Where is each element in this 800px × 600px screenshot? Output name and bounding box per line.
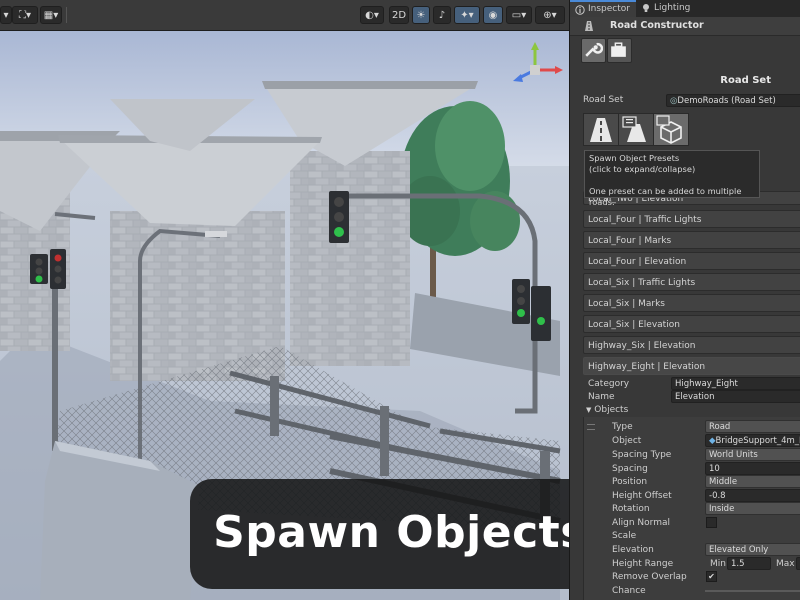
object-value: BridgeSupport_4m_F	[715, 436, 800, 446]
remove-overlap-label: Remove Overlap	[612, 572, 687, 582]
mode-spawn-objects-button[interactable]	[653, 113, 689, 146]
orientation-gizmo[interactable]	[505, 40, 565, 100]
remove-overlap-checkbox[interactable]: ✔	[706, 571, 717, 582]
height-offset-label: Height Offset	[612, 491, 672, 501]
type-label: Type	[612, 422, 633, 432]
camera-settings-icon[interactable]: ▭▾	[506, 6, 532, 24]
object-label: Object	[612, 436, 642, 446]
lighting-toggle-icon[interactable]: ☀	[412, 6, 430, 24]
preset-item[interactable]: Local_Six | Marks	[583, 294, 800, 312]
tab-lighting[interactable]: Lighting	[636, 0, 702, 17]
spacing-type-dropdown[interactable]: World Units	[705, 448, 800, 461]
category-field[interactable]: Highway_Eight	[671, 377, 800, 390]
toolbar-divider	[66, 7, 67, 23]
gizmos-toggle-icon[interactable]: ⊕▾	[535, 6, 565, 24]
preset-item-expanded[interactable]: Highway_Eight | Elevation	[583, 357, 800, 375]
preset-item[interactable]: Local_Six | Elevation	[583, 315, 800, 333]
category-label: Category	[588, 379, 630, 389]
preset-item[interactable]: Local_Four | Traffic Lights	[583, 210, 800, 228]
tooltip-line-2: (click to expand/collapse)	[589, 164, 696, 174]
chance-slider[interactable]	[705, 590, 800, 592]
mode-road-button[interactable]	[583, 113, 619, 146]
move-tool-button[interactable]: ⛶▾	[12, 6, 38, 24]
name-field[interactable]: Elevation	[671, 390, 800, 403]
preset-label: Local_Four | Marks	[588, 236, 672, 246]
wrench-icon	[585, 42, 604, 57]
scene-toolbar: ▾ ⛶▾ ▦▾ ◐▾ 2D ☀ ♪ ✦▾ ◉ ▭▾ ⊕▾	[0, 0, 569, 31]
effects-toggle-icon[interactable]: ✦▾	[454, 6, 480, 24]
grid-snap-button[interactable]: ▦▾	[40, 6, 62, 24]
preset-item[interactable]: Local_Six | Traffic Lights	[583, 273, 800, 291]
align-normal-checkbox[interactable]	[706, 517, 717, 528]
inspector-panel: Inspector Lighting Road Constructor Road…	[569, 0, 800, 600]
road-set-label: Road Set	[583, 95, 624, 105]
shading-mode-button[interactable]: ▾	[0, 6, 12, 24]
rotation-label: Rotation	[612, 504, 650, 514]
briefcase-icon	[611, 42, 626, 57]
preset-item[interactable]: Local_Four | Marks	[583, 231, 800, 249]
preset-item[interactable]: Local_Four | Elevation	[583, 252, 800, 270]
position-label: Position	[612, 477, 648, 487]
drag-handle-icon[interactable]	[587, 424, 595, 430]
road-set-value: DemoRoads (Road Set)	[677, 96, 776, 106]
spacing-type-label: Spacing Type	[612, 450, 672, 460]
spacing-field[interactable]: 10	[705, 462, 800, 475]
audio-toggle-icon[interactable]: ♪	[433, 6, 451, 24]
tooltip-line-1: Spawn Object Presets	[589, 153, 680, 163]
render-mode-icon[interactable]: ◐▾	[360, 6, 384, 24]
toggle-2d-button[interactable]: 2D	[389, 6, 409, 24]
mode-road-list-button[interactable]	[618, 113, 654, 146]
tab-inspector[interactable]: Inspector	[570, 0, 636, 17]
briefcase-button[interactable]	[607, 38, 632, 63]
visibility-toggle-icon[interactable]: ◉	[483, 6, 503, 24]
preset-label: Local_Six | Traffic Lights	[588, 278, 696, 288]
preset-label: Local_Six | Elevation	[588, 320, 680, 330]
info-icon	[575, 5, 585, 15]
tab-lighting-label: Lighting	[654, 3, 691, 13]
preset-label: Highway_Six | Elevation	[588, 341, 696, 351]
height-range-label: Height Range	[612, 559, 674, 569]
tooltip-line-3: One preset can be added to multiple road…	[589, 186, 742, 207]
component-title: Road Constructor	[610, 20, 704, 31]
wrench-settings-button[interactable]	[581, 38, 606, 63]
spacing-label: Spacing	[612, 464, 648, 474]
tab-inspector-label: Inspector	[588, 4, 630, 14]
road-set-field[interactable]: ◎DemoRoads (Road Set)	[666, 94, 800, 107]
type-dropdown[interactable]: Road	[705, 420, 800, 433]
section-title: Road Set	[720, 75, 771, 86]
elevation-label: Elevation	[612, 545, 654, 555]
height-range-min-label: Min	[710, 559, 726, 569]
height-range-max-label: Max	[776, 559, 795, 569]
panel-tabs: Inspector Lighting	[570, 0, 800, 17]
preset-label: Local_Four | Elevation	[588, 257, 687, 267]
name-label: Name	[588, 392, 615, 402]
align-normal-label: Align Normal	[612, 518, 670, 528]
preset-label: Local_Four | Traffic Lights	[588, 215, 702, 225]
title-banner: Spawn Objects	[190, 479, 569, 589]
road-icon	[590, 118, 612, 142]
preset-label: Highway_Eight | Elevation	[588, 362, 706, 372]
height-range-max-field[interactable]: 1	[796, 557, 800, 570]
scene-view[interactable]: ▾ ⛶▾ ▦▾ ◐▾ 2D ☀ ♪ ✦▾ ◉ ▭▾ ⊕▾ Spawn Objec…	[0, 0, 569, 600]
road-list-icon	[622, 116, 646, 142]
foldout-arrow-icon: ▼	[586, 406, 592, 414]
height-offset-field[interactable]: -0.8	[705, 489, 800, 502]
elevation-dropdown[interactable]: Elevated Only	[705, 543, 800, 556]
preset-label: Local_Six | Marks	[588, 299, 666, 309]
object-field[interactable]: ◆BridgeSupport_4m_F	[705, 434, 800, 447]
rotation-dropdown[interactable]: Inside	[705, 502, 800, 515]
road-constructor-icon	[585, 21, 593, 31]
scale-label: Scale	[612, 531, 637, 541]
presets-tooltip: Spawn Object Presets (click to expand/co…	[584, 150, 760, 207]
component-header[interactable]: Road Constructor	[570, 17, 800, 36]
position-dropdown[interactable]: Middle	[705, 475, 800, 488]
lightbulb-icon	[643, 4, 649, 12]
banner-text: Spawn Objects	[213, 507, 569, 558]
spawn-objects-icon	[656, 115, 682, 144]
objects-foldout[interactable]: ▼ Objects	[586, 405, 628, 415]
preset-item[interactable]: Highway_Six | Elevation	[583, 336, 800, 354]
chance-label: Chance	[612, 586, 646, 596]
objects-label: Objects	[594, 405, 629, 415]
height-range-min-field[interactable]: 1.5	[727, 557, 771, 570]
